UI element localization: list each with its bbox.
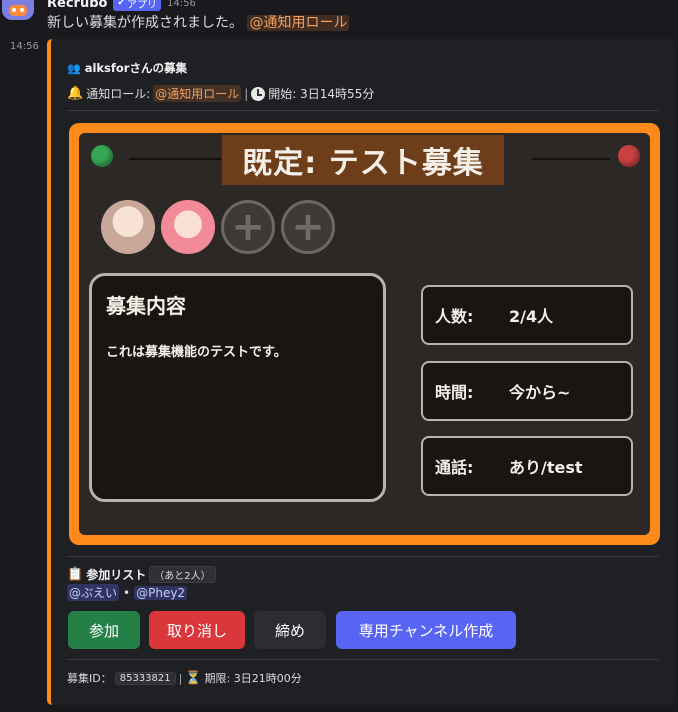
- id-label: 募集ID：: [67, 672, 112, 685]
- start-time: 開始: 3日14時55分: [268, 87, 375, 101]
- message-text: 新しい募集が作成されました。: [47, 15, 243, 31]
- content-title: 募集内容: [106, 294, 186, 318]
- message-timestamp: 14:56: [166, 0, 196, 9]
- info-members: 人数: 2/4人: [421, 285, 633, 345]
- clock-icon: [251, 86, 266, 101]
- info-label: 通話:: [435, 458, 474, 477]
- empty-slot-icon: +: [221, 200, 275, 254]
- deadline: 期限: 3日21時00分: [204, 672, 302, 685]
- separator: |: [244, 86, 249, 101]
- card-title: 既定: テスト募集: [222, 135, 504, 185]
- verified-check-icon: ✔: [117, 0, 125, 8]
- member-mention[interactable]: @Phey2: [134, 585, 188, 600]
- embed-author: 👥 alksforさんの募集: [67, 60, 187, 76]
- separator: |: [178, 671, 183, 685]
- info-label: 人数:: [435, 307, 474, 326]
- people-icon: 👥: [67, 61, 81, 75]
- divider: [67, 556, 659, 557]
- recruit-card-image[interactable]: 既定: テスト募集 + + 募集内容 これは募集機能のテストです。 人数: 2/…: [69, 123, 660, 545]
- participant-list-header: 📋 参加リスト （あと2人）: [67, 566, 216, 583]
- member-list: @ぷえい • @Phey2: [67, 584, 188, 601]
- participant-avatars: + +: [101, 200, 335, 254]
- gamepad-icon: [9, 4, 27, 16]
- member-mention[interactable]: @ぷえい: [67, 584, 120, 601]
- content-body: これは募集機能のテストです。: [106, 345, 287, 360]
- hourglass-icon: ⏳: [185, 670, 202, 686]
- notify-role-mention[interactable]: @通知用ロール: [153, 85, 242, 102]
- empty-slot-icon: +: [281, 200, 335, 254]
- embed-footer: 募集ID： 85333821 | ⏳ 期限: 3日21時00分: [67, 670, 302, 686]
- info-value: あり/test: [509, 458, 583, 477]
- info-value: 今から~: [509, 383, 571, 402]
- info-voice: 通話: あり/test: [421, 436, 633, 496]
- participant-avatar: [161, 200, 215, 254]
- clipboard-icon: 📋: [67, 567, 84, 582]
- title-line-right: [532, 158, 610, 160]
- info-value: 2/4人: [509, 307, 554, 326]
- embed-author-text: alksforさんの募集: [84, 61, 187, 75]
- create-channel-button[interactable]: 専用チャンネル作成: [336, 611, 516, 649]
- role-mention[interactable]: @通知用ロール: [247, 15, 350, 31]
- participant-list-label: 参加リスト: [86, 568, 147, 582]
- info-label: 時間:: [435, 383, 474, 402]
- join-button[interactable]: 参加: [68, 611, 140, 649]
- app-badge: ✔ アプリ: [113, 0, 161, 11]
- bot-avatar[interactable]: [2, 0, 34, 20]
- divider: [67, 659, 659, 660]
- app-badge-label: アプリ: [126, 0, 157, 11]
- message-header: Recrubo ✔ アプリ 14:56: [47, 0, 196, 11]
- recruit-card-inner: 既定: テスト募集 + + 募集内容 これは募集機能のテストです。 人数: 2/…: [79, 133, 650, 535]
- title-line-left: [129, 158, 221, 160]
- close-button[interactable]: 締め: [254, 611, 326, 649]
- bell-icon: 🔔: [67, 86, 84, 101]
- remaining-count: （あと2人）: [149, 566, 216, 583]
- embed-description: 🔔 通知ロール: @通知用ロール | 開始: 3日14時55分: [67, 85, 374, 102]
- cancel-button[interactable]: 取り消し: [149, 611, 245, 649]
- author-name[interactable]: Recrubo: [47, 0, 107, 11]
- participant-avatar: [101, 200, 155, 254]
- message-content: 新しい募集が作成されました。 @通知用ロール: [47, 12, 350, 32]
- recruit-embed: 👥 alksforさんの募集 🔔 通知ロール: @通知用ロール | 開始: 3日…: [47, 39, 676, 705]
- content-box: 募集内容 これは募集機能のテストです。: [89, 273, 386, 502]
- info-time: 時間: 今から~: [421, 361, 633, 421]
- side-timestamp: 14:56: [10, 41, 39, 52]
- member-separator: •: [123, 585, 131, 600]
- notify-label: 通知ロール:: [86, 87, 151, 101]
- red-dot-icon: [618, 145, 640, 167]
- divider: [67, 110, 659, 111]
- recruit-id: 85333821: [114, 671, 176, 685]
- green-dot-icon: [91, 145, 113, 167]
